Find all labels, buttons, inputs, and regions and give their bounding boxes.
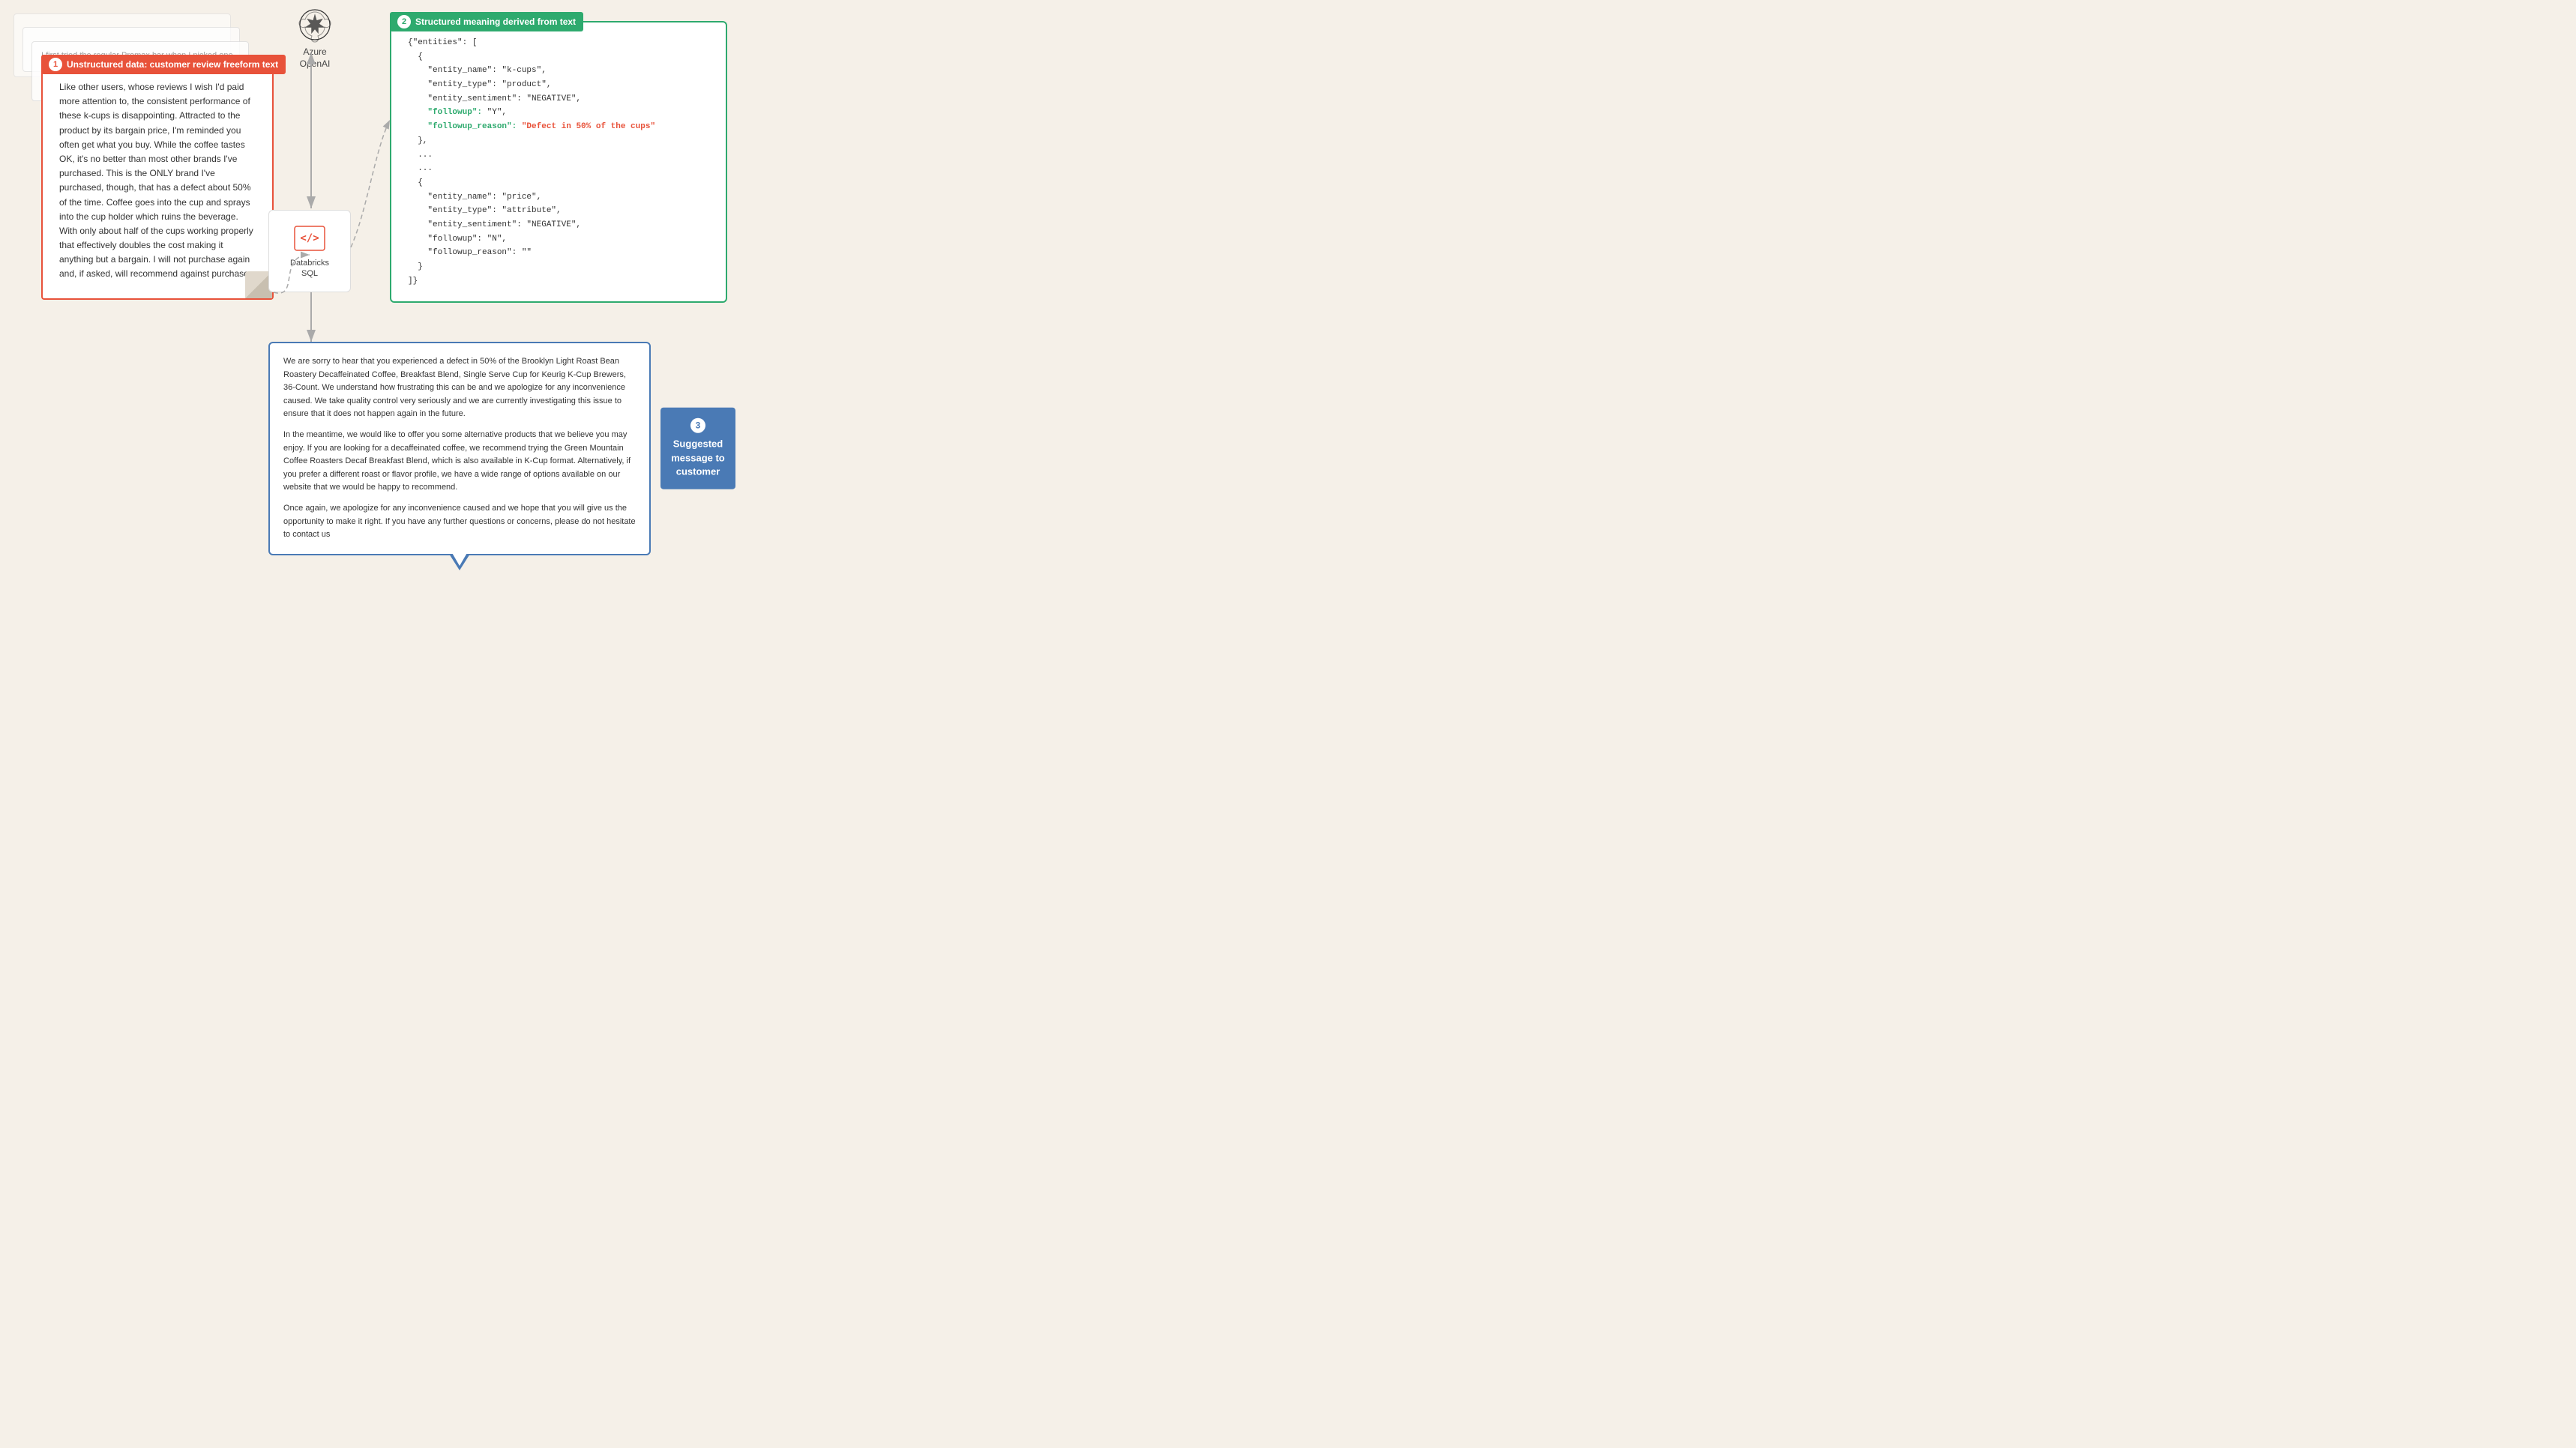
azure-openai-logo: Azure OpenAI: [277, 6, 352, 70]
databricks-box: </> Databricks SQL: [268, 210, 351, 292]
message-card: We are sorry to hear that you experience…: [268, 342, 651, 555]
svg-text:</>: </>: [300, 232, 319, 244]
azure-openai-label: Azure OpenAI: [277, 46, 352, 70]
databricks-icon: </>: [292, 223, 328, 253]
message-paragraph-1: In the meantime, we would like to offer …: [283, 429, 636, 495]
message-arrow-down: [449, 554, 470, 570]
arrow-databricks-to-json: [351, 120, 390, 247]
json-badge: 2 Structured meaning derived from text: [390, 12, 583, 31]
message-badge: 3 Suggested message to customer: [660, 408, 735, 489]
json-badge-label: Structured meaning derived from text: [415, 16, 576, 27]
message-badge-number: 3: [690, 418, 705, 433]
json-content: {"entities": [ { "entity_name": "k-cups"…: [408, 36, 709, 288]
review-card: 1 Unstructured data: customer review fre…: [41, 64, 274, 300]
message-paragraph-2: Once again, we apologize for any inconve…: [283, 502, 636, 542]
message-paragraph-0: We are sorry to hear that you experience…: [283, 355, 636, 421]
json-card: 2 Structured meaning derived from text {…: [390, 21, 727, 303]
review-badge-number: 1: [49, 58, 62, 71]
review-text: Like other users, whose reviews I wish I…: [59, 80, 256, 282]
review-badge-label: Unstructured data: customer review freef…: [67, 59, 278, 70]
message-content: We are sorry to hear that you experience…: [283, 355, 636, 542]
openai-icon: [296, 6, 334, 43]
message-badge-label: Suggested message to customer: [669, 438, 726, 479]
databricks-label: Databricks SQL: [290, 258, 329, 280]
review-badge: 1 Unstructured data: customer review fre…: [41, 55, 286, 74]
json-badge-number: 2: [397, 15, 411, 28]
